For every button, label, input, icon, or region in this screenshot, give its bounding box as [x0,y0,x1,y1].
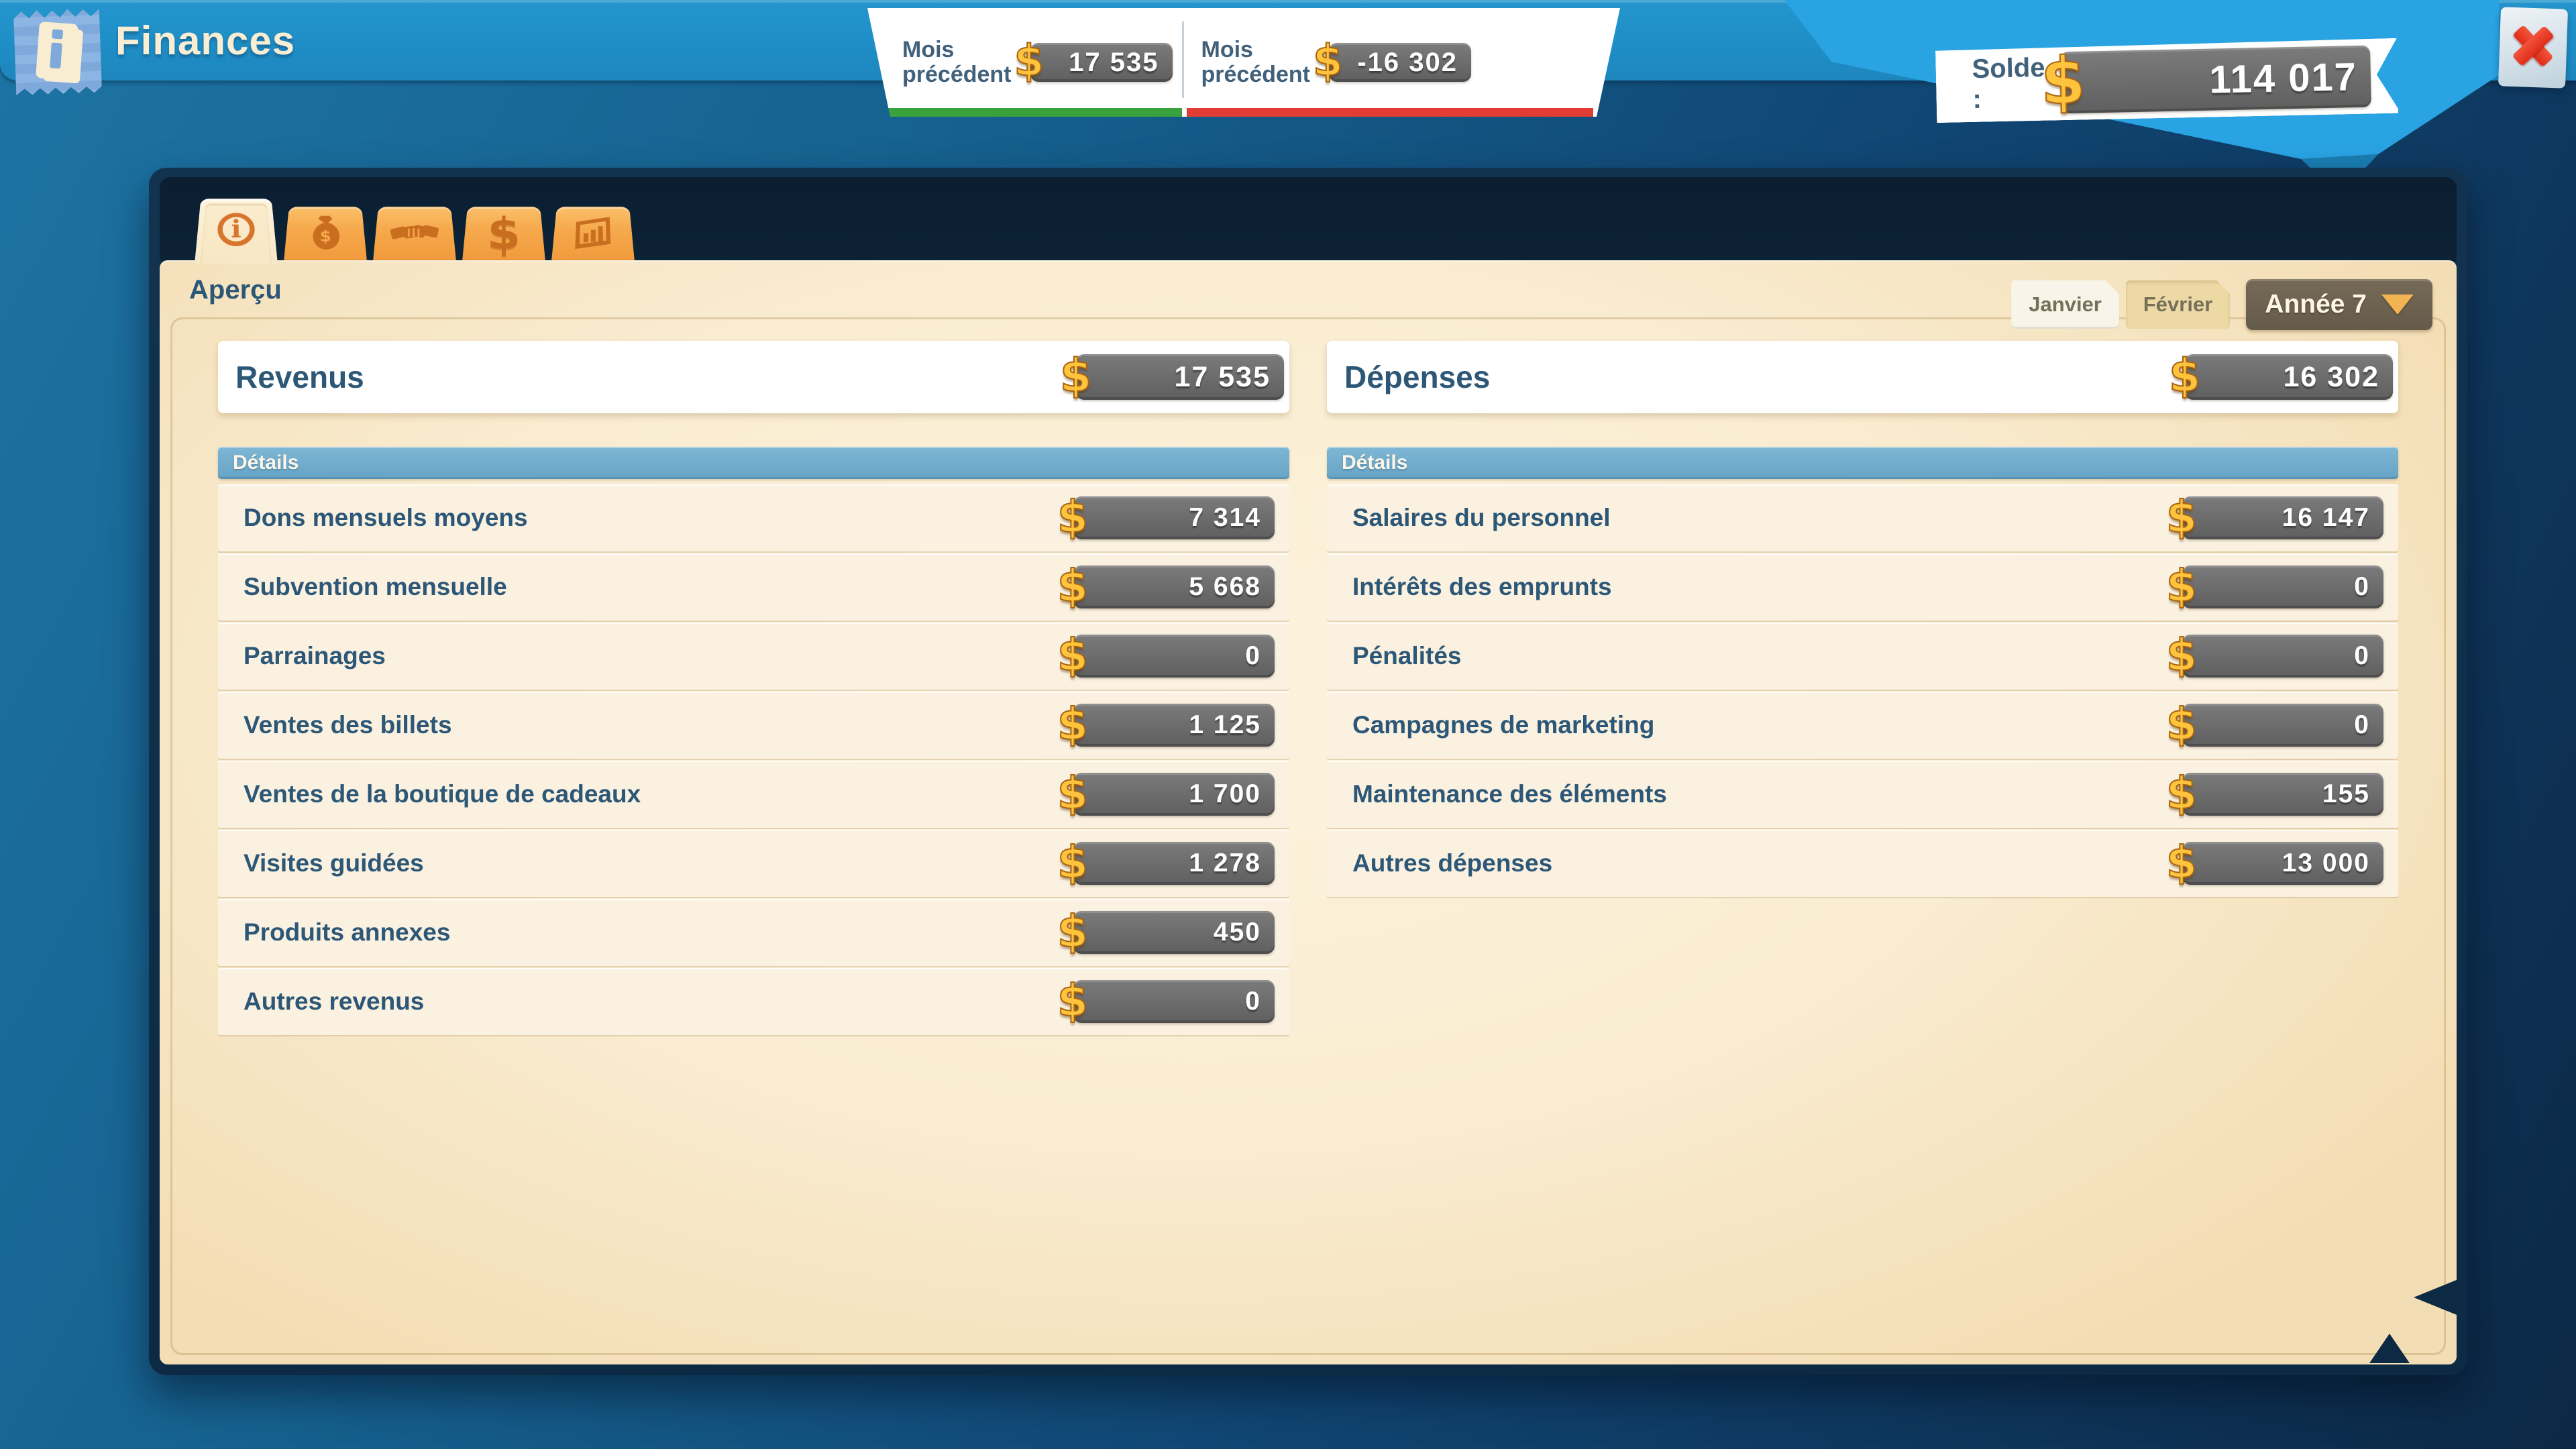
expenses-column: Dépenses $ 16 302 Détails Salaires du pe… [1327,341,2398,1353]
dollar-icon: $ [1057,767,1088,819]
dollar-icon: $ [1057,837,1088,888]
dollar-icon: $ [1060,350,1091,402]
dollar-icon: $ [2166,629,2197,681]
month-button-february[interactable]: Février [2126,280,2230,329]
dollar-icon: $ [2166,698,2197,750]
panel-header: Aperçu Janvier Février Année 7 [160,260,2457,317]
dollar-icon: $ [1014,37,1044,87]
close-icon [2512,24,2555,67]
revenues-title: Revenus [218,359,364,395]
table-row: Dons mensuels moyens $7 314 [218,484,1289,551]
dollar-icon: $ [486,209,522,260]
previous-month-income-value: 17 535 [1069,48,1172,78]
handshake-icon [389,215,440,251]
expenses-total-pill: $ 16 302 [2185,354,2393,400]
revenues-column: Revenus $ 17 535 Détails Dons mensuels m… [218,341,1289,1353]
balance-banner: Solde : $ 114 017 [1935,38,2398,123]
dollar-icon: $ [2169,350,2200,402]
table-row: Autres dépenses $13 000 [1327,830,2398,897]
svg-text:$: $ [319,228,331,246]
dollar-icon: $ [1057,629,1088,681]
bar-chart-icon [570,215,616,252]
finances-window: i $ $ [149,168,2467,1375]
table-row: Salaires du personnel $16 147 [1327,484,2398,551]
year-dropdown-label: Année 7 [2265,290,2367,319]
finances-screen: Finances Mois précédent $ 17 535 Mois pr… [0,0,2576,1449]
table-row: Pénalités $0 [1327,623,2398,690]
month-button-january[interactable]: Janvier [2011,280,2119,329]
section-title: Aperçu [189,275,282,305]
dollar-icon: $ [2040,43,2086,119]
previous-month-expenses-pill: $ -16 302 [1329,43,1471,82]
previous-month-expenses-label: Mois précédent [1201,38,1311,87]
receipt-info-icon [13,5,103,98]
tab-partnerships[interactable] [373,207,456,262]
revenues-header-card: Revenus $ 17 535 [218,341,1289,413]
tab-statistics[interactable] [551,207,635,262]
revenues-details-header: Détails [218,447,1289,479]
balance-value: 114 017 [2209,54,2371,102]
table-row: Campagnes de marketing $0 [1327,692,2398,759]
table-row: Ventes de la boutique de cadeaux $1 700 [218,761,1289,828]
period-controls: Janvier Février Année 7 [2011,279,2432,330]
close-button[interactable] [2498,7,2568,88]
dollar-icon: $ [2166,491,2197,543]
info-icon: i [217,213,255,246]
previous-month-banner: Mois précédent $ 17 535 Mois précédent $… [867,8,1620,117]
previous-month-income-label: Mois précédent [902,38,1012,87]
table-row: Autres revenus $0 [218,968,1289,1035]
dollar-icon: $ [2166,767,2197,819]
receipt-book-glyph [36,21,78,80]
year-dropdown[interactable]: Année 7 [2246,279,2432,330]
dollar-icon: $ [1057,906,1088,957]
expenses-total: 16 302 [2283,361,2393,394]
dollar-icon: $ [2166,837,2197,888]
previous-month-income: Mois précédent $ 17 535 [867,8,1182,117]
money-bag-icon: $ [303,213,349,253]
previous-month-expenses: Mois précédent $ -16 302 [1184,8,1621,117]
dollar-icon: $ [1057,698,1088,750]
table-row: Subvention mensuelle $5 668 [218,553,1289,621]
balance-pill: $ 114 017 [2060,46,2371,114]
table-row: Produits annexes $450 [218,899,1289,966]
tab-money-bag[interactable]: $ [284,207,367,262]
previous-month-income-pill: $ 17 535 [1030,43,1173,82]
dollar-icon: $ [1057,975,1088,1026]
panel-corner-notch [2414,1280,2457,1315]
dollar-icon: $ [1057,491,1088,543]
previous-month-expenses-value: -16 302 [1357,48,1471,78]
dollar-icon: $ [1313,37,1343,87]
dollar-icon: $ [1057,560,1088,612]
table-row: Ventes des billets $1 125 [218,692,1289,759]
tab-money[interactable]: $ [462,207,545,262]
expenses-details-header: Détails [1327,447,2398,479]
table-row: Maintenance des éléments $155 [1327,761,2398,828]
revenues-total: 17 535 [1174,361,1284,394]
table-row: Visites guidées $1 278 [218,830,1289,897]
table-row: Parrainages $0 [218,623,1289,690]
dollar-icon: $ [2166,560,2197,612]
table-row: Intérêts des emprunts $0 [1327,553,2398,621]
chevron-down-icon [2381,294,2414,315]
tab-overview[interactable]: i [195,199,278,264]
revenues-total-pill: $ 17 535 [1076,354,1284,400]
expenses-header-card: Dépenses $ 16 302 [1327,341,2398,413]
content-area: Revenus $ 17 535 Détails Dons mensuels m… [170,317,2446,1355]
panel-corner-notch [2369,1334,2410,1363]
overview-panel: Aperçu Janvier Février Année 7 Revenus [160,260,2457,1364]
expenses-title: Dépenses [1327,359,1490,395]
